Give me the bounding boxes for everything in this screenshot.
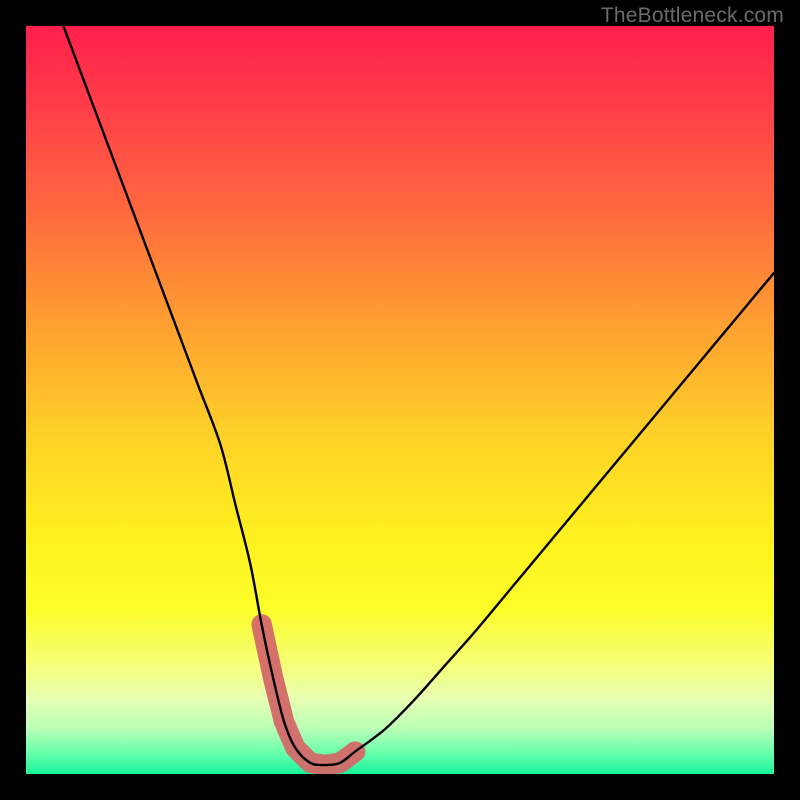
curve-layer	[26, 26, 774, 774]
bottleneck-curve	[63, 26, 774, 765]
chart-frame: TheBottleneck.com	[0, 0, 800, 800]
plot-area	[26, 26, 774, 774]
watermark-text: TheBottleneck.com	[601, 4, 784, 28]
highlight-markers	[262, 624, 356, 765]
